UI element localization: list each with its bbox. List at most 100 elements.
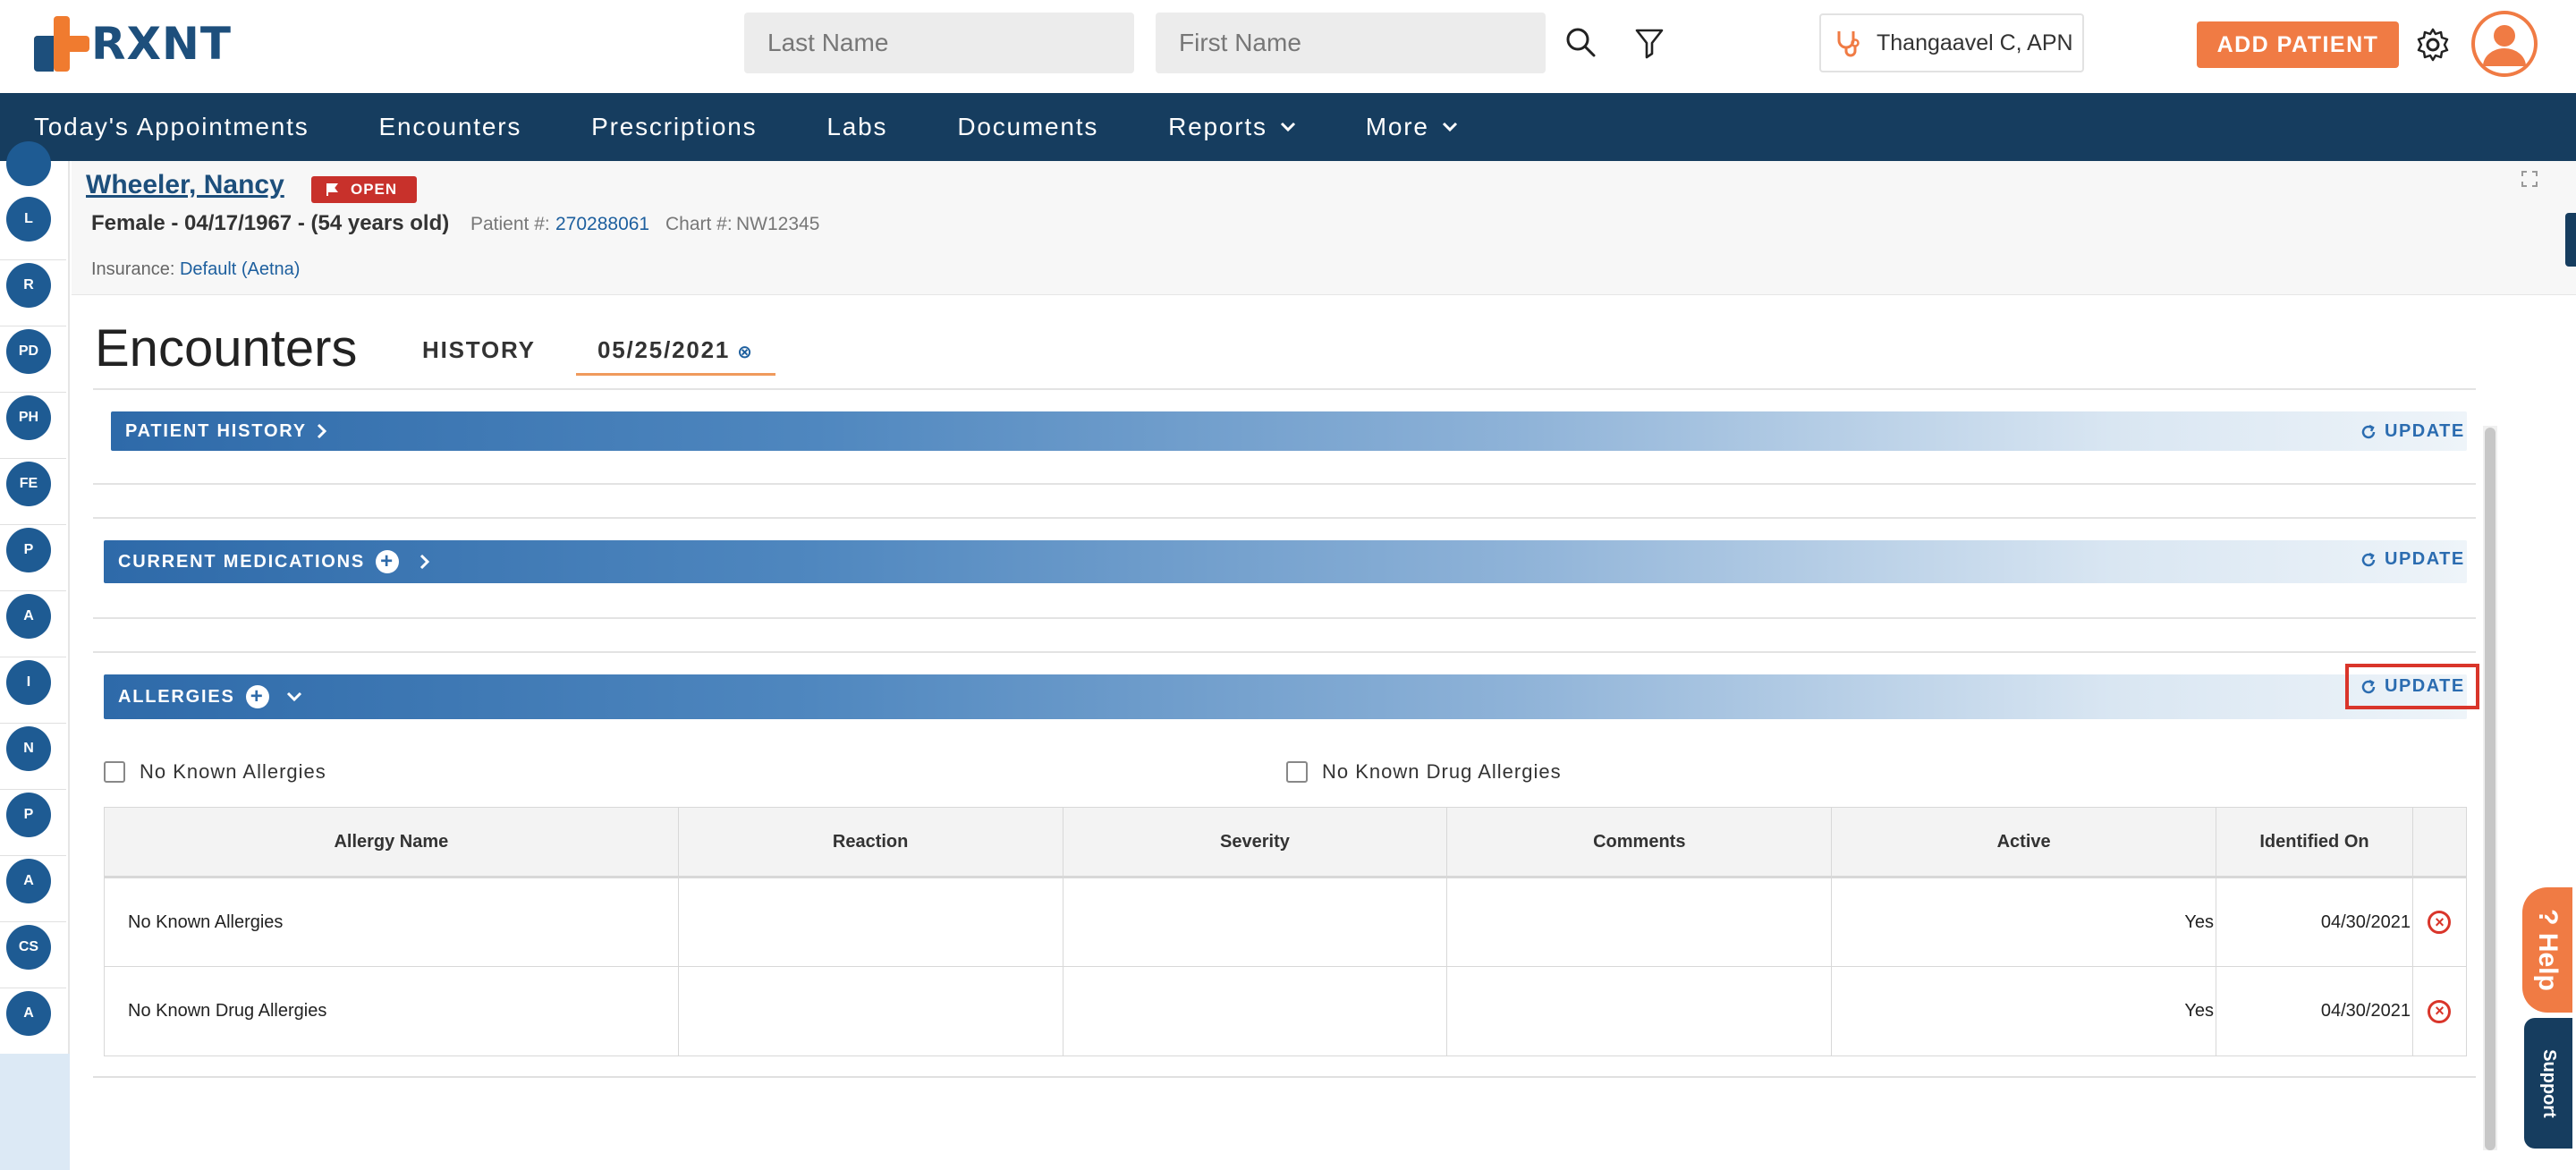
patient-history-header[interactable]: PATIENT HISTORY: [111, 411, 2467, 451]
first-name-input[interactable]: [1156, 13, 1546, 73]
delete-icon[interactable]: ×: [2428, 999, 2452, 1023]
rail-item-l[interactable]: L: [6, 197, 51, 242]
close-tab-icon[interactable]: ⊗: [737, 343, 754, 362]
logo-cross-icon: [34, 16, 89, 72]
add-allergy-icon[interactable]: +: [245, 685, 269, 708]
allergy-active: Yes: [1831, 877, 2217, 967]
delete-icon[interactable]: ×: [2428, 911, 2452, 934]
chevron-right-icon: [419, 554, 430, 570]
patient-history-update-button[interactable]: UPDATE: [2360, 421, 2465, 442]
nav-more[interactable]: More: [1366, 113, 1458, 141]
rail-item-cs[interactable]: CS: [6, 925, 51, 970]
rail-item-p2[interactable]: P: [6, 793, 51, 837]
nav-encounters[interactable]: Encounters: [379, 113, 522, 141]
checkbox-box[interactable]: [104, 761, 125, 783]
allergy-name: No Known Drug Allergies: [104, 966, 679, 1056]
current-medications-update-button[interactable]: UPDATE: [2360, 549, 2465, 570]
help-tab[interactable]: ? Help: [2522, 887, 2572, 1013]
chevron-down-icon: [286, 691, 301, 702]
filter-icon[interactable]: [1630, 23, 1669, 63]
tab-encounter-date[interactable]: 05/25/2021 ⊗: [576, 336, 775, 376]
add-patient-button[interactable]: ADD PATIENT: [2197, 21, 2399, 68]
rail-item-a[interactable]: A: [6, 594, 51, 639]
stethoscope-icon: [1837, 31, 1860, 57]
refresh-icon: [2361, 679, 2376, 693]
refresh-icon: [2361, 424, 2376, 438]
column-header[interactable]: Active: [1831, 807, 2217, 878]
chart-number-label: Chart #:: [665, 214, 733, 234]
allergy-comments: [1446, 966, 1833, 1056]
table-header-row: Allergy Name Reaction Severity Comments …: [104, 807, 2468, 878]
provider-name: Thangaavel C, APN: [1877, 30, 2073, 55]
main-nav: Today's Appointments Encounters Prescrip…: [0, 93, 2576, 161]
left-rail: L R PD PH FE P A I N P A CS A: [0, 141, 70, 1170]
user-avatar[interactable]: [2471, 11, 2538, 77]
nav-reports[interactable]: Reports: [1168, 113, 1296, 141]
support-tab[interactable]: Support: [2524, 1018, 2572, 1149]
insurance-link[interactable]: Default (Aetna): [180, 259, 301, 279]
allergy-comments: [1446, 877, 1833, 967]
add-medication-icon[interactable]: +: [376, 550, 400, 573]
column-header[interactable]: Severity: [1062, 807, 1448, 878]
patient-name-link[interactable]: Wheeler, Nancy: [86, 170, 284, 200]
logo-text: RXNT: [91, 18, 233, 70]
table-row[interactable]: No Known Drug Allergies Yes 04/30/2021 ×: [104, 966, 2468, 1056]
table-row[interactable]: No Known Allergies Yes 04/30/2021 ×: [104, 877, 2468, 967]
gear-icon[interactable]: [2413, 25, 2453, 64]
nav-documents[interactable]: Documents: [957, 113, 1098, 141]
rxnt-logo[interactable]: RXNT: [34, 16, 232, 72]
column-header[interactable]: Allergy Name: [104, 807, 679, 878]
column-header[interactable]: Identified On: [2216, 807, 2413, 878]
allergy-name: No Known Allergies: [104, 877, 679, 967]
column-header[interactable]: Comments: [1446, 807, 1833, 878]
patient-banner: Wheeler, Nancy OPEN Female - 04/17/1967 …: [72, 161, 2576, 295]
rail-item-ph[interactable]: PH: [6, 395, 51, 440]
rail-item-a2[interactable]: A: [6, 859, 51, 903]
flag-icon: [326, 183, 338, 196]
allergy-identified-on: 04/30/2021: [2216, 966, 2413, 1056]
search-icon[interactable]: [1562, 23, 1601, 63]
scrollbar-thumb[interactable]: [2485, 428, 2496, 1150]
rail-item-r[interactable]: R: [6, 263, 51, 308]
allergy-reaction: [677, 877, 1063, 967]
no-known-allergies-checkbox[interactable]: No Known Allergies: [104, 760, 326, 784]
nav-labs[interactable]: Labs: [826, 113, 887, 141]
last-name-input[interactable]: [744, 13, 1134, 73]
patient-number-link[interactable]: 270288061: [555, 214, 649, 235]
current-medications-header[interactable]: CURRENT MEDICATIONS +: [104, 540, 2467, 583]
column-header-actions: [2411, 807, 2468, 878]
allergy-severity: [1062, 966, 1448, 1056]
patient-number-label: Patient #:: [470, 214, 550, 234]
column-header[interactable]: Reaction: [677, 807, 1063, 878]
allergies-table: Allergy Name Reaction Severity Comments …: [104, 807, 2468, 1056]
rail-item-n[interactable]: N: [6, 726, 51, 771]
clinical-panel-button[interactable]: [2565, 213, 2576, 267]
allergy-identified-on: 04/30/2021: [2216, 877, 2413, 967]
rail-item-partial[interactable]: [6, 141, 51, 186]
allergy-reaction: [677, 966, 1063, 1056]
no-known-drug-allergies-checkbox[interactable]: No Known Drug Allergies: [1286, 760, 1562, 784]
provider-selector[interactable]: Thangaavel C, APN: [1819, 13, 2084, 72]
checkbox-box[interactable]: [1286, 761, 1308, 783]
allergies-header[interactable]: ALLERGIES +: [104, 674, 2467, 719]
rail-item-a3[interactable]: A: [6, 991, 51, 1036]
chevron-right-icon: [317, 423, 327, 439]
expand-icon[interactable]: [2521, 170, 2538, 188]
tab-history[interactable]: HISTORY: [422, 336, 536, 364]
section-divider: [93, 1076, 2476, 1078]
rail-item-fe[interactable]: FE: [6, 462, 51, 506]
allergies-update-button[interactable]: UPDATE: [2345, 664, 2479, 709]
top-header: RXNT Thangaavel C, APN ADD PATIENT: [0, 0, 2576, 93]
rail-item-pd[interactable]: PD: [6, 329, 51, 374]
refresh-icon: [2361, 552, 2376, 566]
rail-item-p[interactable]: P: [6, 528, 51, 572]
rail-item-i[interactable]: I: [6, 660, 51, 705]
chart-number: NW12345: [736, 214, 820, 234]
chevron-down-icon: [1442, 122, 1457, 132]
allergy-severity: [1062, 877, 1448, 967]
page-title: Encounters: [95, 319, 358, 377]
chevron-down-icon: [1280, 122, 1295, 132]
allergy-active: Yes: [1831, 966, 2217, 1056]
nav-prescriptions[interactable]: Prescriptions: [591, 113, 757, 141]
nav-todays-appointments[interactable]: Today's Appointments: [34, 113, 309, 141]
